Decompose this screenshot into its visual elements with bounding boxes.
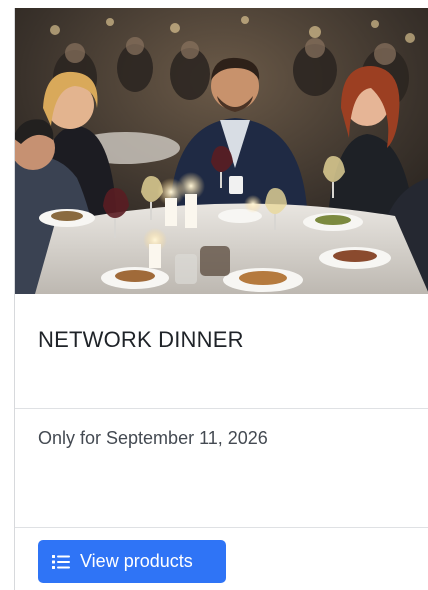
date-section: Only for September 11, 2026: [15, 409, 428, 528]
title-section: NETWORK DINNER: [15, 294, 428, 409]
event-date: Only for September 11, 2026: [38, 428, 268, 448]
event-card: NETWORK DINNER Only for September 11, 20…: [14, 8, 428, 590]
view-products-button[interactable]: View products: [38, 540, 226, 583]
list-icon: [52, 554, 70, 570]
event-title: NETWORK DINNER: [38, 327, 244, 352]
view-products-label: View products: [80, 551, 193, 571]
event-photo: [15, 8, 428, 294]
